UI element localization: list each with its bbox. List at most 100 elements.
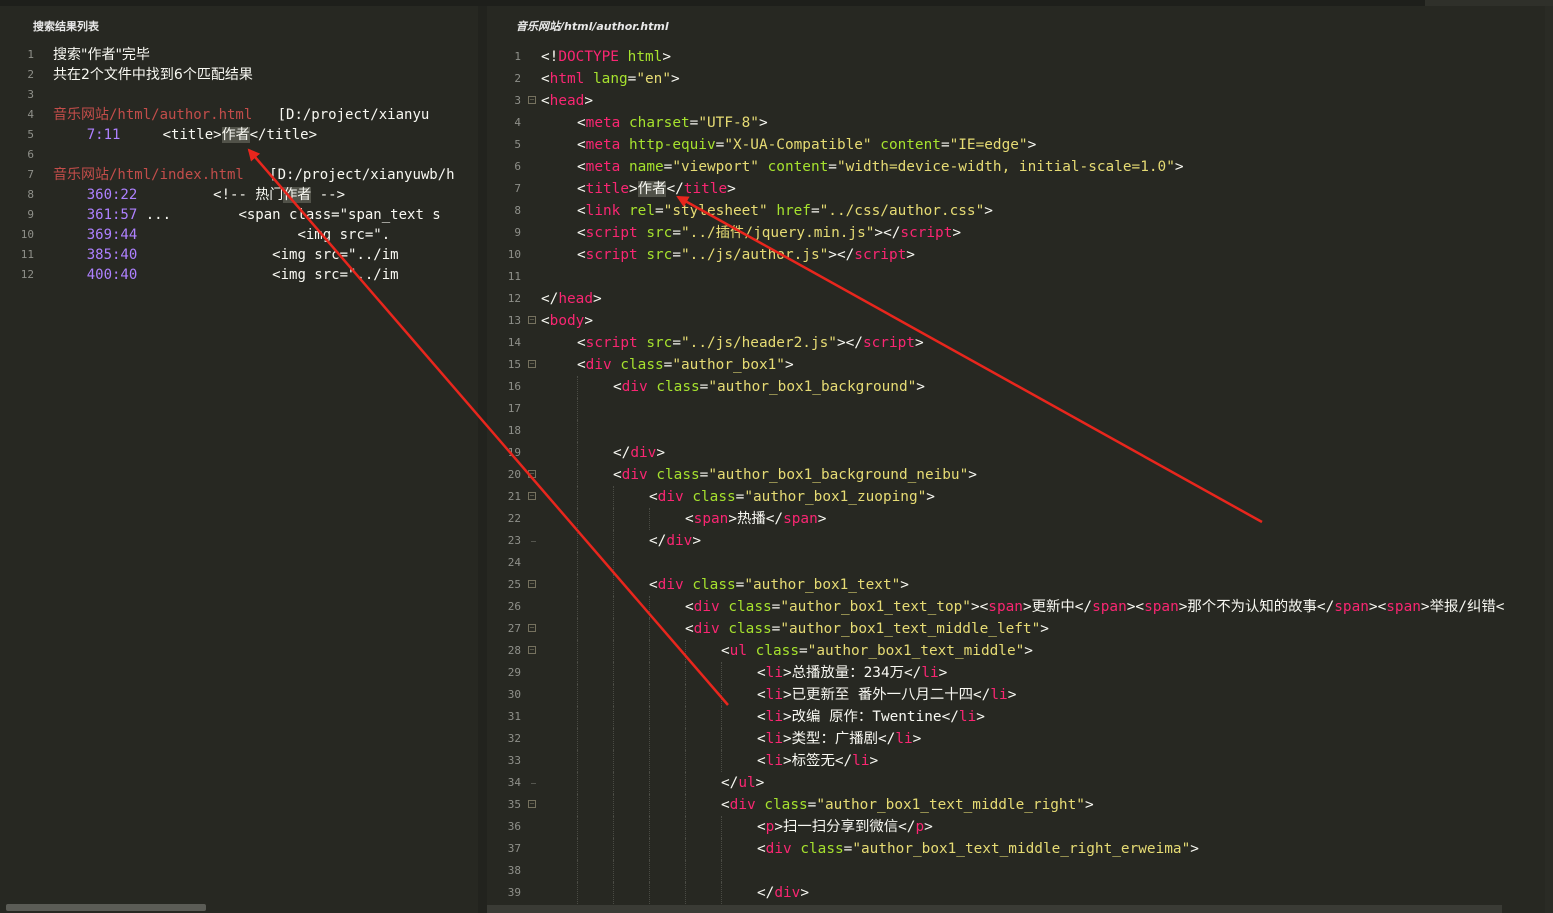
fold-toggle-icon[interactable] <box>528 360 536 368</box>
code-line[interactable]: 24 <box>487 552 1553 574</box>
code-line[interactable]: 39 </div> <box>487 882 1553 904</box>
code-text: <div class="author_box1_background_neibu… <box>613 464 977 486</box>
code-line[interactable]: 30 <li>已更新至 番外一八月二十四</li> <box>487 684 1553 706</box>
code-lines[interactable]: 1<!DOCTYPE html>2<html lang="en">3<head>… <box>487 46 1553 904</box>
fold-toggle-icon[interactable] <box>528 646 536 654</box>
search-line-text: 369:44 <img src=". <box>53 225 390 245</box>
code-line[interactable]: 15 <div class="author_box1"> <box>487 354 1553 376</box>
code-line[interactable]: 18 <box>487 420 1553 442</box>
indent-guide <box>577 398 579 420</box>
code-line[interactable]: 2 <html lang="en"> <box>487 68 1553 90</box>
editor-vertical-scrollbar[interactable] <box>1545 6 1553 913</box>
code-line[interactable]: 17 <box>487 398 1553 420</box>
code-punctuation: < <box>613 467 622 483</box>
code-line[interactable]: 25 <div class="author_box1_text"> <box>487 574 1553 596</box>
code-line[interactable]: 16 <div class="author_box1_background"> <box>487 376 1553 398</box>
line-number: 29 <box>507 666 521 679</box>
code-line[interactable]: 5 <meta http-equiv="X-UA-Compatible" cont… <box>487 134 1553 156</box>
code-line[interactable]: 28 <ul class="author_box1_text_middle"> <box>487 640 1553 662</box>
code-line[interactable]: 21 <div class="author_box1_zuoping"> <box>487 486 1553 508</box>
indent-guide <box>613 552 615 574</box>
indent-guide <box>649 728 651 750</box>
code-punctuation: >举报/纠错< <box>1420 599 1505 615</box>
code-line[interactable]: 20 <div class="author_box1_background_nei… <box>487 464 1553 486</box>
code-line[interactable]: 36 <p>扫一扫分享到微信</p> <box>487 816 1553 838</box>
code-line[interactable]: 33 <li>标签无</li> <box>487 750 1553 772</box>
fold-toggle-icon[interactable] <box>528 624 536 632</box>
search-file-row[interactable]: 4 音乐网站/html/author.html [D:/project/xiany… <box>0 105 478 125</box>
indent-guide <box>577 552 579 574</box>
code-punctuation: < <box>577 247 586 263</box>
search-match-row[interactable]: 12 400:40 <img src="../im <box>0 265 478 285</box>
code-line[interactable]: 12 </head> <box>487 288 1553 310</box>
line-number: 17 <box>507 402 521 415</box>
tag-name: meta <box>585 115 621 131</box>
code-punctuation: < <box>757 665 766 681</box>
code-punctuation: > <box>727 181 736 197</box>
code-editor[interactable]: 音乐网站/html/author.html 1 <!DOCTYPE html> 2 <… <box>487 6 1553 913</box>
pane-divider[interactable] <box>478 6 487 913</box>
fold-toggle-icon[interactable] <box>528 492 536 500</box>
code-line[interactable]: 1 <!DOCTYPE html> <box>487 46 1553 68</box>
code-line[interactable]: 23 </div> <box>487 530 1553 552</box>
attribute-name: lang <box>593 71 628 87</box>
code-line[interactable]: 11 <box>487 266 1553 288</box>
indent-guide <box>577 508 579 530</box>
search-match-row[interactable]: 10 369:44 <img src=". <box>0 225 478 245</box>
fold-end-marker <box>531 541 536 542</box>
code-text: </div> <box>757 882 809 904</box>
search-file-row[interactable]: 7 音乐网站/html/index.html [D:/project/xianyu… <box>0 165 478 185</box>
code-punctuation: > <box>926 489 935 505</box>
search-match-row[interactable]: 5 7:11 <title>作者</title> <box>0 125 478 145</box>
code-line[interactable]: 4 <meta charset="UTF-8"> <box>487 112 1553 134</box>
tag-name: ul <box>729 643 747 659</box>
code-line[interactable]: 19 </div> <box>487 442 1553 464</box>
code-line[interactable]: 38 <box>487 860 1553 882</box>
code-line[interactable]: 29 <li>总播放量：234万</li> <box>487 662 1553 684</box>
code-line[interactable]: 7 <title>作者</title> <box>487 178 1553 200</box>
code-line[interactable]: 8 <link rel="stylesheet" href="../css/aut… <box>487 200 1553 222</box>
code-line[interactable]: 10 <script src="../js/author.js"></script… <box>487 244 1553 266</box>
fold-toggle-icon[interactable] <box>528 96 536 104</box>
fold-toggle-icon[interactable] <box>528 316 536 324</box>
code-line[interactable]: 37 <div class="author_box1_text_middle_ri… <box>487 838 1553 860</box>
tag-name: div <box>657 577 684 593</box>
line-number: 19 <box>507 446 521 459</box>
code-line[interactable]: 26 <div class="author_box1_text_top"><spa… <box>487 596 1553 618</box>
search-match-row[interactable]: 11 385:40 <img src="../im <box>0 245 478 265</box>
code-text: <div class="author_box1_text_middle_righ… <box>757 838 1199 860</box>
code-line[interactable]: 27 <div class="author_box1_text_middle_le… <box>487 618 1553 640</box>
line-number: 36 <box>507 820 521 833</box>
code-line[interactable]: 6 <meta name="viewport" content="width=de… <box>487 156 1553 178</box>
search-results-list: 1 搜索"作者"完毕 2 共在2个文件中找到6个匹配结果 3 4 音乐网站/html/aut… <box>0 45 478 285</box>
fold-toggle-icon[interactable] <box>528 470 536 478</box>
indent-guide <box>577 750 579 772</box>
code-line[interactable]: 32 <li>类型：广播剧</li> <box>487 728 1553 750</box>
code-line[interactable]: 34 </ul> <box>487 772 1553 794</box>
line-number: 12 <box>20 268 34 281</box>
attribute-name: rel <box>629 203 655 219</box>
fold-toggle-icon[interactable] <box>528 800 536 808</box>
indent-guide <box>577 574 579 596</box>
editor-tab-title[interactable]: 音乐网站/html/author.html <box>516 18 669 34</box>
code-line[interactable]: 35 <div class="author_box1_text_middle_ri… <box>487 794 1553 816</box>
code-line[interactable]: 9 <script src="../插件/jquery.min.js"></scr… <box>487 222 1553 244</box>
fold-toggle-icon[interactable] <box>528 580 536 588</box>
attribute-name: http-equiv <box>629 137 716 153</box>
attribute-value: "author_box1_text" <box>744 577 901 593</box>
code-punctuation: >< <box>1126 599 1145 615</box>
search-match-row[interactable]: 8 360:22 <!-- 热门作者 --> <box>0 185 478 205</box>
code-line[interactable]: 13 <body> <box>487 310 1553 332</box>
line-number: 20 <box>507 468 521 481</box>
code-line[interactable]: 31 <li>改编 原作：Twentine</li> <box>487 706 1553 728</box>
tag-name: li <box>990 687 1008 703</box>
result-file-path: [D:/project/xianyuwb/h <box>269 167 455 183</box>
line-number: 4 <box>27 108 34 121</box>
indent-guide <box>577 728 579 750</box>
editor-horizontal-scrollbar[interactable] <box>487 905 1502 913</box>
search-match-row[interactable]: 9 361:57 ... <span class="span_text s <box>0 205 478 225</box>
code-line[interactable]: 22 <span>热播</span> <box>487 508 1553 530</box>
code-line[interactable]: 14 <script src="../js/header2.js"></scrip… <box>487 332 1553 354</box>
code-line[interactable]: 3 <head> <box>487 90 1553 112</box>
horizontal-scrollbar[interactable] <box>6 904 206 911</box>
